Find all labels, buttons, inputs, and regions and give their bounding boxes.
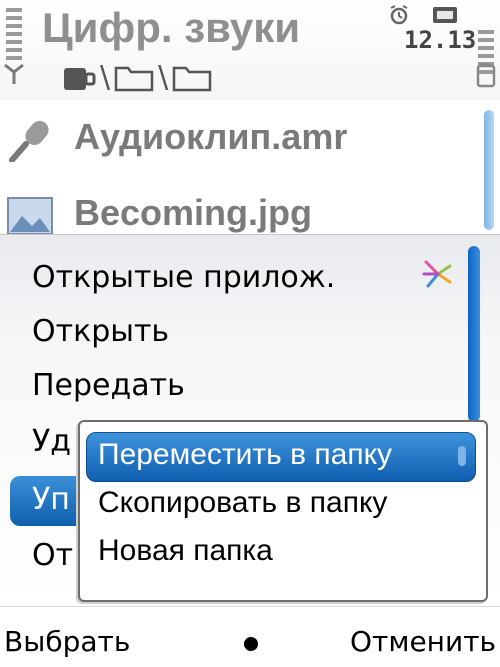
folder-icon (114, 66, 154, 92)
file-name: Becoming.jpg (74, 192, 313, 233)
menu-item-open[interactable]: Открыть (32, 314, 169, 349)
antenna-icon (4, 63, 24, 84)
menu-item-mark[interactable]: От (32, 538, 73, 573)
network-mode-icon (433, 7, 457, 23)
microphone-icon (9, 120, 49, 162)
menu-item-open-apps[interactable]: Открытые прилож. (32, 260, 335, 295)
file-name: Аудиоклип.amr (74, 116, 348, 157)
file-list: Аудиоклип.amr Becoming.jpg (0, 104, 500, 235)
menu-item-organize[interactable]: Уп (32, 482, 70, 517)
path-separator: \ (158, 60, 169, 95)
submenu-item-move-to-folder[interactable]: Переместить в папку (98, 438, 392, 472)
path-separator: \ (100, 60, 111, 95)
submenu-item-copy-to-folder[interactable]: Скопировать в папку (98, 486, 387, 520)
menu-item-send[interactable]: Передать (32, 368, 185, 403)
running-apps-icon (422, 260, 452, 288)
app-title: Цифр. звуки (42, 4, 301, 51)
alarm-clock-icon (390, 5, 408, 25)
options-menu-scrollbar[interactable] (468, 246, 480, 422)
center-key-dot-icon[interactable] (244, 637, 258, 651)
submenu-scroll-indicator (458, 446, 466, 466)
battery-icon (476, 63, 496, 88)
folder-icon (172, 66, 212, 92)
file-row[interactable]: Аудиоклип.amr (0, 110, 480, 168)
submenu-item-new-folder[interactable]: Новая папка (98, 534, 273, 568)
menu-item-delete[interactable]: Уд (32, 424, 71, 459)
signal-strength-bars (6, 8, 22, 60)
memory-card-icon (64, 68, 96, 90)
image-icon (7, 197, 53, 235)
clock: 12.13 (404, 26, 477, 54)
select-softkey[interactable]: Выбрать (4, 625, 130, 658)
folder-path: \ \ (62, 62, 212, 94)
cancel-softkey[interactable]: Отменить (350, 625, 496, 658)
title-bar: Цифр. звуки \ \ 12.13 (0, 0, 500, 100)
file-list-scrollbar[interactable] (484, 110, 494, 230)
softkey-bar: Выбрать Отменить (0, 606, 500, 667)
